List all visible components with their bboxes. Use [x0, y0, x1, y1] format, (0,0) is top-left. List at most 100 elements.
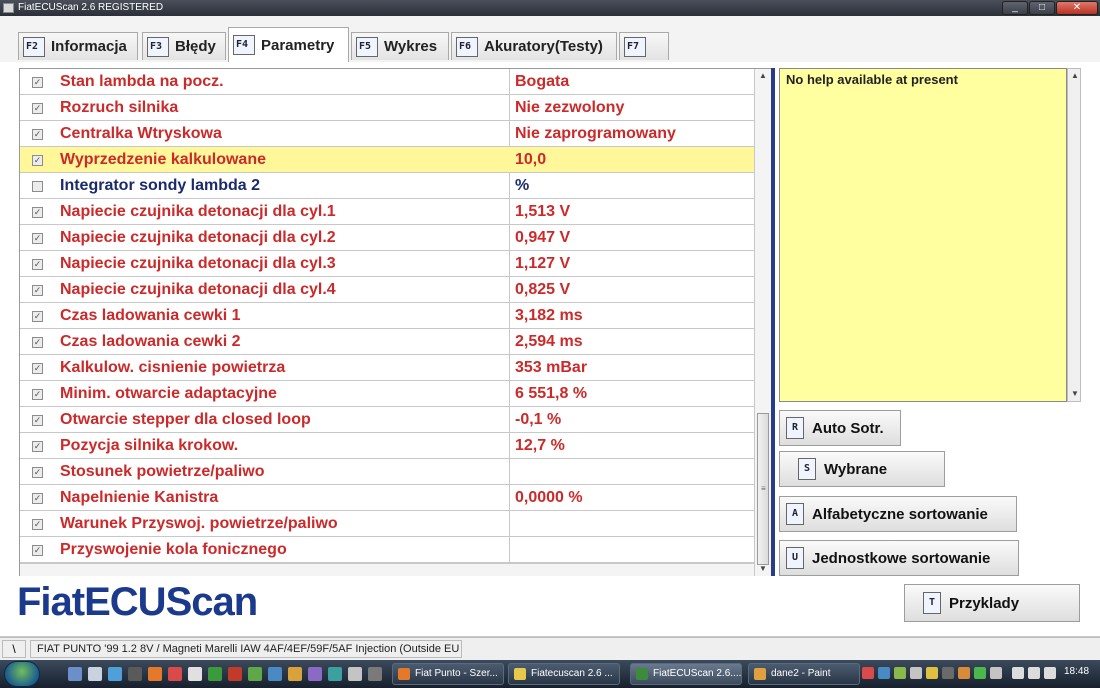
parameter-row[interactable]: ✓ Napelnienie Kanistra 0,0000 % [20, 485, 754, 511]
tray-icon[interactable] [910, 667, 922, 679]
tray-icon[interactable] [990, 667, 1002, 679]
parameter-checkbox[interactable]: ✓ [32, 441, 43, 452]
app-icon[interactable] [248, 667, 262, 681]
app-icon[interactable] [268, 667, 282, 681]
taskbar-item-paint[interactable]: dane2 - Paint [748, 663, 860, 685]
explorer-icon[interactable] [88, 667, 102, 681]
parameter-checkbox[interactable]: ✓ [32, 285, 43, 296]
horizontal-scrollbar[interactable] [20, 563, 754, 576]
parameter-row[interactable]: ✓ Kalkulow. cisnienie powietrza 353 mBar [20, 355, 754, 381]
tray-icon[interactable] [974, 667, 986, 679]
selected-button[interactable]: S Wybrane [779, 451, 945, 487]
tab-akuratory[interactable]: F6 Akuratory(Testy) [451, 32, 617, 60]
parameter-checkbox[interactable]: ✓ [32, 103, 43, 114]
parameter-row[interactable]: ✓ Rozruch silnika Nie zezwolony [20, 95, 754, 121]
app-icon[interactable] [228, 667, 242, 681]
battery-icon[interactable] [1012, 667, 1024, 679]
media-icon[interactable] [128, 667, 142, 681]
unit-sort-button[interactable]: U Jednostkowe sortowanie [779, 540, 1019, 576]
parameter-row[interactable]: ✓ Czas ladowania cewki 1 3,182 ms [20, 303, 754, 329]
scroll-down-icon[interactable]: ▼ [1071, 389, 1079, 398]
app-icon[interactable] [288, 667, 302, 681]
volume-icon[interactable] [1044, 667, 1056, 679]
examples-button[interactable]: T Przyklady [904, 584, 1080, 622]
app-icon[interactable] [328, 667, 342, 681]
parameter-row[interactable]: ✓ Czas ladowania cewki 2 2,594 ms [20, 329, 754, 355]
parameter-name: Rozruch silnika [60, 99, 179, 116]
network-icon[interactable] [1028, 667, 1040, 679]
tray-icon[interactable] [878, 667, 890, 679]
parameter-checkbox[interactable]: ✓ [32, 363, 43, 374]
start-button[interactable] [4, 661, 40, 687]
desktop-icon[interactable] [68, 667, 82, 681]
parameter-checkbox[interactable]: ✓ [32, 337, 43, 348]
tray-icon[interactable] [942, 667, 954, 679]
taskbar-item-fiatecuscan[interactable]: FiatECUScan 2.6.... [630, 663, 742, 685]
parameter-row[interactable]: ✓ Stosunek powietrze/paliwo [20, 459, 754, 485]
parameter-checkbox[interactable]: ✓ [32, 207, 43, 218]
parameter-name: Stan lambda na pocz. [60, 73, 224, 90]
tray-icon[interactable] [926, 667, 938, 679]
parameter-row[interactable]: ✓ Napiecie czujnika detonacji dla cyl.3 1,… [20, 251, 754, 277]
parameter-row[interactable]: ✓ Centralka Wtryskowa Nie zaprogramowany [20, 121, 754, 147]
parameter-row[interactable]: ✓ Napiecie czujnika detonacji dla cyl.2 0,… [20, 225, 754, 251]
s-key-icon: S [798, 458, 816, 480]
firefox-icon[interactable] [148, 667, 162, 681]
auto-sort-button[interactable]: R Auto Sotr. [779, 410, 901, 446]
parameter-row[interactable]: ✓ Przyswojenie kola fonicznego [20, 537, 754, 563]
parameter-row[interactable]: ✓ Wyprzedzenie kalkulowane 10,0 [20, 147, 754, 173]
tray-icon[interactable] [958, 667, 970, 679]
scroll-up-icon[interactable]: ▲ [1071, 71, 1079, 80]
panel-divider[interactable] [771, 68, 775, 576]
parameter-checkbox[interactable]: ✓ [32, 467, 43, 478]
parameter-checkbox[interactable]: ✓ [32, 233, 43, 244]
taskbar-item-fiatecuscan-folder[interactable]: Fiatecuscan 2.6 ... [508, 663, 620, 685]
parameter-row[interactable]: ✓ Minim. otwarcie adaptacyjne 6 551,8 % [20, 381, 754, 407]
tray-icon[interactable] [862, 667, 874, 679]
parameter-checkbox[interactable]: ✓ [32, 415, 43, 426]
app-icon[interactable] [308, 667, 322, 681]
alphabetical-sort-button[interactable]: A Alfabetyczne sortowanie [779, 496, 1017, 532]
scroll-up-icon[interactable]: ▲ [759, 71, 767, 80]
tray-icon[interactable] [894, 667, 906, 679]
parameter-checkbox[interactable]: ✓ [32, 155, 43, 166]
parameter-checkbox[interactable]: ✓ [32, 389, 43, 400]
parameter-row[interactable]: ✓ Pozycja silnika krokow. 12,7 % [20, 433, 754, 459]
app-icon[interactable] [208, 667, 222, 681]
parameter-row[interactable]: Integrator sondy lambda 2 % [20, 173, 754, 199]
tab-wykres[interactable]: F5 Wykres [351, 32, 449, 60]
parameter-checkbox[interactable]: ✓ [32, 259, 43, 270]
parameter-checkbox[interactable]: ✓ [32, 519, 43, 530]
close-button[interactable]: ✕ [1056, 1, 1098, 15]
parameter-checkbox[interactable]: ✓ [32, 493, 43, 504]
app-icon[interactable] [168, 667, 182, 681]
parameter-checkbox[interactable]: ✓ [32, 545, 43, 556]
app-icon[interactable] [348, 667, 362, 681]
vertical-scrollbar[interactable]: ▲ ≡ ▼ [754, 69, 771, 576]
tab-parametry[interactable]: F4 Parametry [228, 27, 349, 62]
parameter-row[interactable]: ✓ Stan lambda na pocz. Bogata [20, 69, 754, 95]
notepad-icon[interactable] [188, 667, 202, 681]
parameter-checkbox[interactable]: ✓ [32, 311, 43, 322]
maximize-button[interactable]: □ [1029, 1, 1055, 15]
scroll-down-icon[interactable]: ▼ [759, 564, 767, 573]
tab-bledy[interactable]: F3 Błędy [142, 32, 226, 60]
parameter-row[interactable]: ✓ Warunek Przyswoj. powietrze/paliwo [20, 511, 754, 537]
parameter-checkbox[interactable]: ✓ [32, 77, 43, 88]
parameter-checkbox[interactable]: ✓ [32, 129, 43, 140]
parameter-row[interactable]: ✓ Napiecie czujnika detonacji dla cyl.4 0,… [20, 277, 754, 303]
parameter-row[interactable]: ✓ Napiecie czujnika detonacji dla cyl.1 1,… [20, 199, 754, 225]
app-icon[interactable] [368, 667, 382, 681]
parameter-value: Nie zezwolony [515, 99, 625, 116]
parameter-checkbox[interactable] [32, 181, 43, 192]
taskbar-item-fiat-punto[interactable]: Fiat Punto - Szer... [392, 663, 504, 685]
tab-f7[interactable]: F7 [619, 32, 669, 60]
parameter-name: Napelnienie Kanistra [60, 489, 219, 506]
ie-icon[interactable] [108, 667, 122, 681]
tab-informacja[interactable]: F2 Informacja [18, 32, 138, 60]
clock[interactable]: 18:48 [1064, 666, 1089, 677]
scroll-thumb[interactable]: ≡ [757, 413, 769, 565]
minimize-button[interactable]: _ [1002, 1, 1028, 15]
help-scrollbar[interactable]: ▲ ▼ [1067, 68, 1081, 402]
parameter-row[interactable]: ✓ Otwarcie stepper dla closed loop -0,1 % [20, 407, 754, 433]
